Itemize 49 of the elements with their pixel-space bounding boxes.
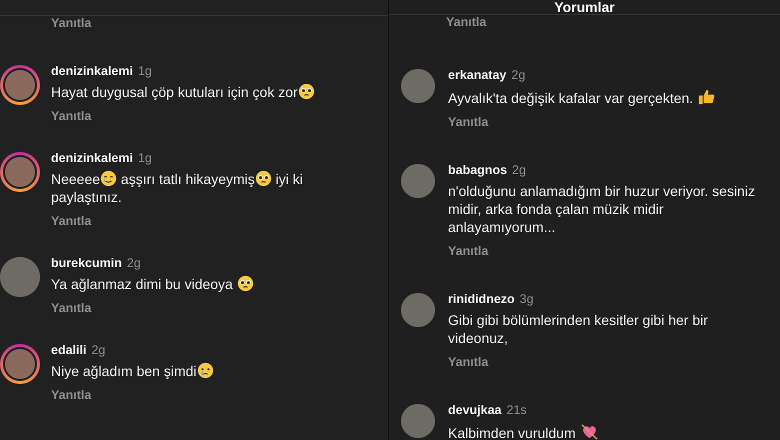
crying-face-icon <box>196 362 214 379</box>
comment-time: 21s <box>506 402 527 418</box>
comment-text: Kalbimden vuruldum <box>448 422 599 440</box>
comment-text: Hayat duygusal çöp kutuları için çok zor <box>51 83 315 101</box>
comment-time: 1g <box>138 150 152 166</box>
avatar[interactable] <box>0 152 40 192</box>
reply-link[interactable]: Yanıtla <box>446 15 486 29</box>
comment-text: n'olduğunu anlamadığım bir huzur veriyor. sesiniz midir, arka fonda çalan müzik midir anlayamıyorum... <box>448 182 756 236</box>
comment-time: 2g <box>126 255 141 271</box>
heart-with-arrow-icon <box>580 422 599 440</box>
comment-time: 2g <box>91 342 106 358</box>
avatar[interactable] <box>401 404 435 438</box>
avatar[interactable] <box>401 69 435 103</box>
comment-text: Gibi gibi bölümlerinden kesitler gibi her bir videonuz, <box>448 311 709 347</box>
username[interactable]: denizinkalemi <box>51 150 133 166</box>
reply-link[interactable]: Yanıtla <box>51 108 92 124</box>
smiling-face-with-tear-icon <box>100 170 118 187</box>
reply-link[interactable]: Yanıtla <box>448 114 488 130</box>
comment-text: Ya ağlanmaz dimi bu videoya <box>51 275 254 293</box>
avatar[interactable] <box>0 257 40 297</box>
comment-text: Ayvalık'ta değişik kafalar var gerçekten. <box>448 87 716 107</box>
pleading-face-icon <box>236 275 254 292</box>
comment-text: Neeeee aşşırı tatlı hikayeymiş iyi ki paylaştınız. <box>51 170 304 206</box>
username[interactable]: erkanatay <box>448 67 506 83</box>
comment-time: 1g <box>138 63 152 79</box>
comment-time: 2g <box>512 162 526 178</box>
avatar[interactable] <box>401 164 435 198</box>
reply-link[interactable]: Yanıtla <box>448 354 488 370</box>
avatar[interactable] <box>0 344 40 384</box>
reply-link[interactable]: Yanıtla <box>51 16 92 30</box>
pleading-face-icon <box>298 83 315 100</box>
thumbs-up-icon <box>697 87 716 106</box>
avatar[interactable] <box>401 293 435 327</box>
username[interactable]: rinididnezo <box>448 291 515 307</box>
username[interactable]: denizinkalemi <box>51 63 133 79</box>
comment-text: Niye ağladım ben şimdi <box>51 362 214 380</box>
username[interactable]: devujkaa <box>448 402 502 418</box>
reply-link[interactable]: Yanıtla <box>51 387 92 403</box>
reply-link[interactable]: Yanıtla <box>448 243 488 259</box>
avatar[interactable] <box>0 65 40 105</box>
reply-link[interactable]: Yanıtla <box>51 300 92 316</box>
header-title: Yorumlar <box>554 0 615 14</box>
reply-link[interactable]: Yanıtla <box>51 213 92 229</box>
username[interactable]: babagnos <box>448 162 508 178</box>
pleading-face-icon <box>254 170 272 187</box>
comment-time: 2g <box>511 67 526 83</box>
username[interactable]: burekcumin <box>51 255 122 271</box>
username[interactable]: edalili <box>51 342 86 358</box>
comment-time: 3g <box>520 291 534 307</box>
